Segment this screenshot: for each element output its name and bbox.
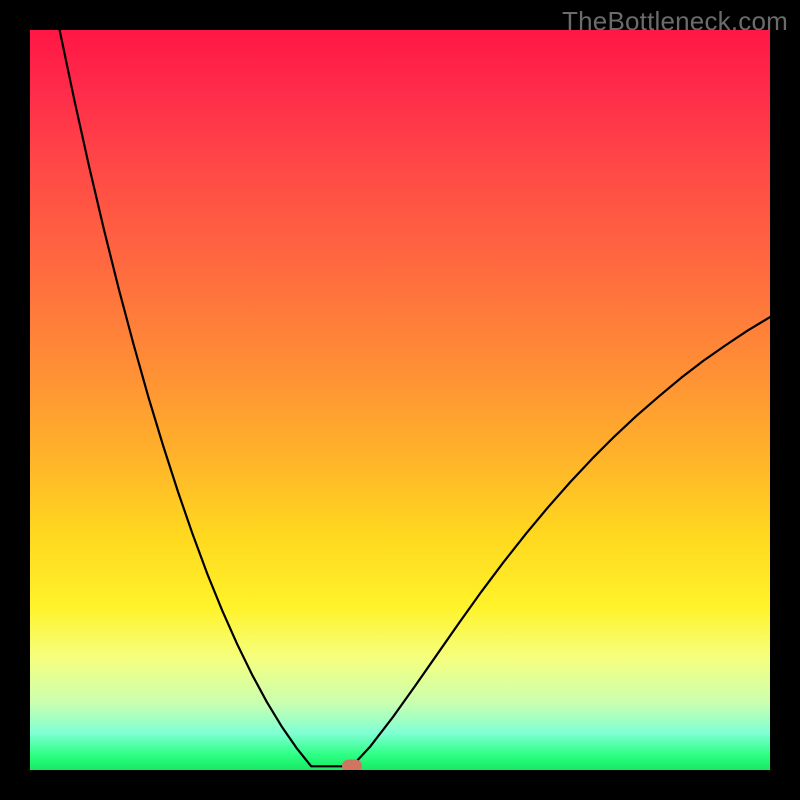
optimal-point-marker: [342, 760, 362, 770]
chart-frame: TheBottleneck.com: [0, 0, 800, 800]
bottleneck-curve: [30, 30, 770, 770]
plot-area: [30, 30, 770, 770]
